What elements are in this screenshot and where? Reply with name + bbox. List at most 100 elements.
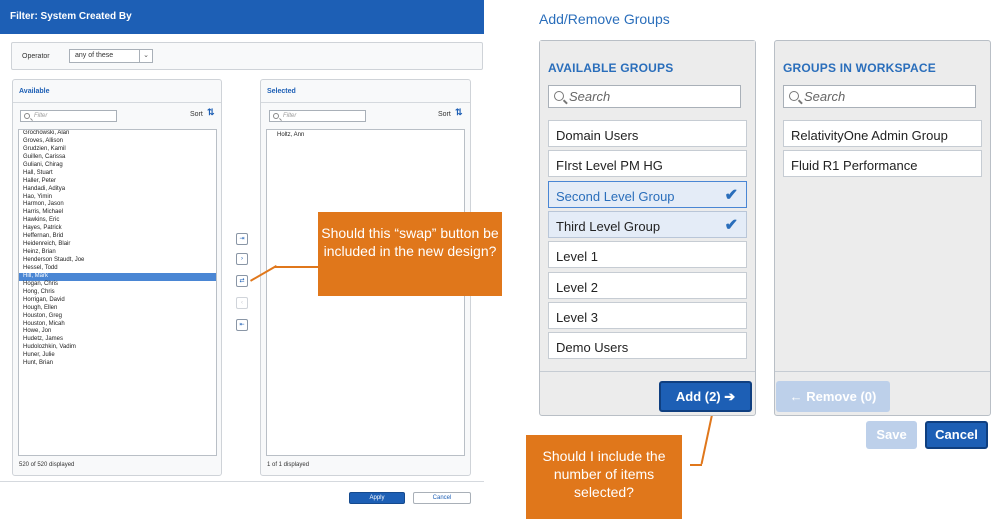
list-item[interactable]: Henderson Staudt, Joe: [19, 257, 216, 265]
count-callout: Should I include the number of items sel…: [526, 435, 682, 519]
group-item-label: Level 3: [556, 309, 598, 325]
list-item[interactable]: Hessel, Todd: [19, 265, 216, 273]
group-item-label: Domain Users: [556, 128, 639, 143]
cancel-button[interactable]: Cancel: [925, 421, 988, 449]
move-left-button[interactable]: ‹: [236, 297, 248, 309]
list-item[interactable]: Hao, Yimin: [19, 194, 216, 202]
swap-button[interactable]: ⇄: [236, 275, 248, 287]
list-item[interactable]: Hong, Chris: [19, 289, 216, 297]
list-item[interactable]: Handadi, Aditya: [19, 186, 216, 194]
group-item-label: Level 2: [556, 279, 598, 295]
divider: [0, 481, 484, 482]
move-all-left-button[interactable]: ⇤: [236, 319, 248, 331]
group-item[interactable]: Level 1: [548, 241, 747, 269]
operator-row: Operator any of these ⌄: [11, 42, 483, 70]
save-button[interactable]: Save: [866, 421, 917, 449]
available-count: 520 of 520 displayed: [19, 462, 75, 468]
list-item[interactable]: Heinz, Brian: [19, 249, 216, 257]
filter-placeholder: Filter: [283, 113, 297, 119]
cancel-button[interactable]: Cancel: [413, 492, 471, 504]
list-item[interactable]: Hayes, Patrick: [19, 225, 216, 233]
checkmark-icon: ✔: [724, 186, 738, 204]
count-callout-text: Should I include the number of items sel…: [542, 448, 666, 500]
group-item-label: Demo Users: [556, 340, 629, 356]
dialog-header: Filter: System Created By: [0, 0, 484, 34]
callout-connector: [690, 464, 702, 466]
list-item[interactable]: Heidenreich, Blair: [19, 241, 216, 249]
list-item[interactable]: Hawkins, Eric: [19, 217, 216, 225]
list-item[interactable]: Hunt, Brian: [19, 360, 216, 368]
list-item[interactable]: Hogan, Chris: [19, 281, 216, 289]
divider: [775, 371, 990, 372]
search-icon: [789, 91, 799, 101]
available-groups-title: AVAILABLE GROUPS: [548, 61, 674, 75]
list-item[interactable]: Hough, Ellen: [19, 305, 216, 313]
list-item[interactable]: Houston, Greg: [19, 313, 216, 321]
callout-connector: [700, 410, 714, 465]
sort-label[interactable]: Sort: [438, 111, 451, 118]
add-button[interactable]: Add (2) ➔: [659, 381, 752, 412]
search-icon: [554, 91, 564, 101]
list-item[interactable]: Haller, Peter: [19, 178, 216, 186]
group-item[interactable]: Third Level Group ✔: [548, 210, 747, 238]
available-panel: Available Filter Sort ⇅ Grochowski, Alan…: [12, 79, 222, 476]
list-item[interactable]: Holtz, Ann: [267, 132, 464, 140]
list-item[interactable]: Horrigan, David: [19, 297, 216, 305]
remove-button[interactable]: ← Remove (0): [776, 381, 890, 412]
search-placeholder: Search: [569, 89, 611, 104]
available-filter-input[interactable]: Filter: [20, 110, 117, 122]
search-placeholder: Search: [804, 89, 846, 104]
list-item[interactable]: Heffernan, Brid: [19, 233, 216, 241]
list-item[interactable]: Houston, Micah: [19, 321, 216, 329]
list-item[interactable]: Harmon, Jason: [19, 201, 216, 209]
sort-az-icon[interactable]: ⇅: [207, 107, 215, 118]
search-icon: [24, 113, 30, 119]
list-item[interactable]: Hudolozhkin, Vadim: [19, 344, 216, 352]
list-item[interactable]: Grudzien, Kamil: [19, 146, 216, 154]
available-groups-panel: AVAILABLE GROUPS Search Domain Users FIrs…: [539, 40, 756, 416]
group-item-label: Third Level Group: [556, 218, 661, 234]
list-item[interactable]: Huner, Julie: [19, 352, 216, 360]
callout-connector: [275, 266, 320, 268]
group-item[interactable]: Demo Users: [548, 332, 747, 360]
available-list[interactable]: Grochowski, Alan Groves, Allison Grudzien,…: [18, 129, 217, 456]
group-item[interactable]: Level 3: [548, 301, 747, 329]
group-item[interactable]: Fluid R1 Performance: [783, 150, 982, 178]
workspace-groups-title: GROUPS IN WORKSPACE: [783, 61, 936, 75]
divider: [13, 102, 221, 103]
sort-label[interactable]: Sort: [190, 111, 203, 118]
group-item[interactable]: Second Level Group ✔: [548, 180, 747, 208]
list-item[interactable]: Howe, Jon: [19, 328, 216, 336]
operator-label: Operator: [22, 53, 50, 60]
move-all-right-button[interactable]: ⇥: [236, 233, 248, 245]
list-item[interactable]: Grochowski, Alan: [19, 130, 216, 138]
dialog-title: Filter: System Created By: [10, 11, 132, 22]
move-right-button[interactable]: ›: [236, 253, 248, 265]
sort-az-icon[interactable]: ⇅: [455, 107, 463, 118]
list-item[interactable]: Harris, Michael: [19, 209, 216, 217]
list-item[interactable]: Groves, Allison: [19, 138, 216, 146]
divider: [261, 102, 470, 103]
filter-placeholder: Filter: [34, 113, 48, 119]
list-item[interactable]: Hill, Mark: [19, 272, 216, 281]
search-icon: [273, 113, 279, 119]
selected-filter-input[interactable]: Filter: [269, 110, 366, 122]
list-item[interactable]: Guliani, Chirag: [19, 162, 216, 170]
list-item[interactable]: Hudetz, James: [19, 336, 216, 344]
operator-select[interactable]: any of these ⌄: [69, 49, 153, 63]
group-item[interactable]: RelativityOne Admin Group: [783, 120, 982, 147]
group-item[interactable]: Level 2: [548, 271, 747, 299]
swap-callout-text: Should this “swap” button be included in…: [321, 225, 499, 259]
apply-button[interactable]: Apply: [349, 492, 405, 504]
workspace-groups-panel: GROUPS IN WORKSPACE Search RelativityOne…: [774, 40, 991, 416]
group-item[interactable]: FIrst Level PM HG: [548, 150, 747, 178]
list-item[interactable]: Hall, Stuart: [19, 170, 216, 178]
workspace-groups-search[interactable]: Search: [783, 85, 976, 108]
group-item-label: Level 1: [556, 249, 598, 265]
list-item[interactable]: Guillen, Carissa: [19, 154, 216, 162]
available-groups-search[interactable]: Search: [548, 85, 741, 108]
group-item[interactable]: Domain Users: [548, 120, 747, 147]
checkmark-icon: ✔: [724, 216, 738, 234]
selected-title: Selected: [267, 88, 296, 95]
divider: [540, 371, 755, 372]
